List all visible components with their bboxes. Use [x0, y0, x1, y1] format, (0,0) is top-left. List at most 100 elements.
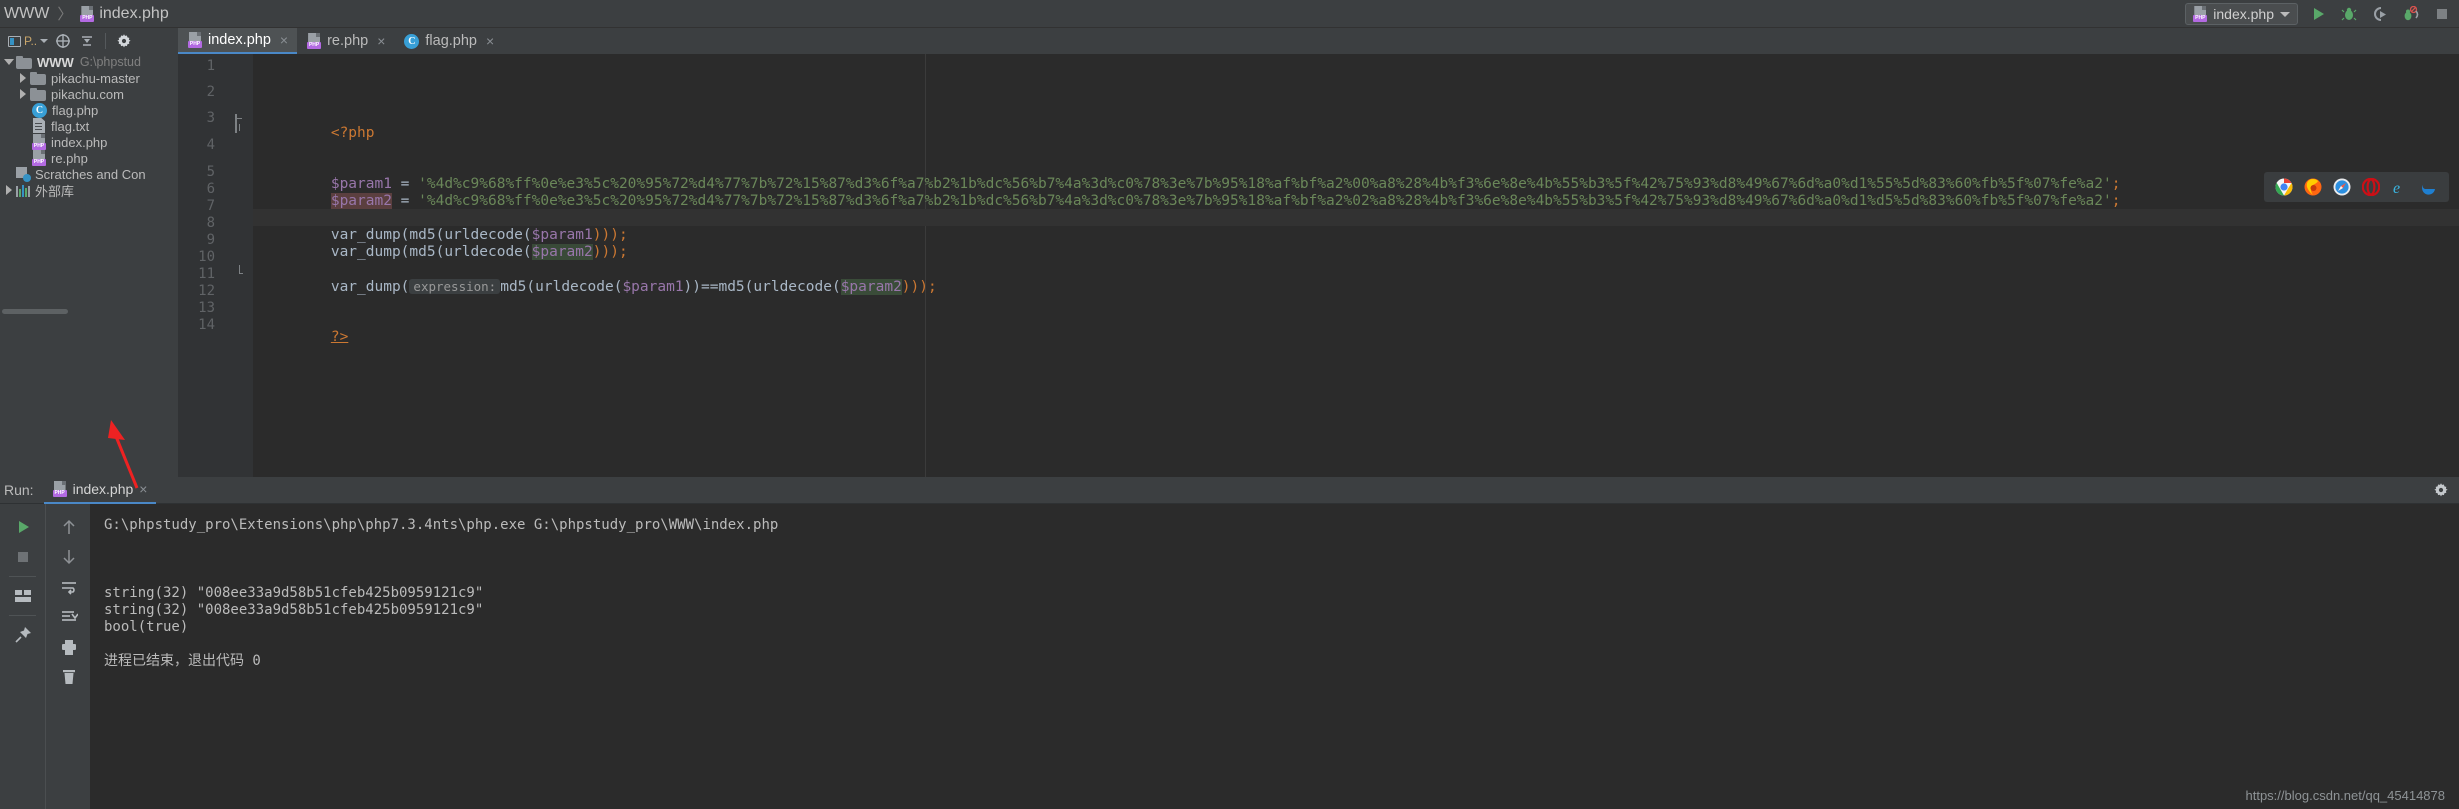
tree-node-index-php[interactable]: PHP index.php	[0, 134, 178, 150]
folder-icon	[16, 55, 32, 69]
soft-wrap-button[interactable]	[46, 572, 91, 602]
run-tab-index-php[interactable]: PHP index.php ×	[43, 477, 157, 504]
code-fold-marker-open[interactable]	[235, 114, 246, 133]
close-icon[interactable]: ×	[377, 33, 385, 49]
console-line: bool(true)	[104, 619, 189, 635]
tab-re-php[interactable]: PHP re.php ×	[297, 28, 394, 54]
project-view-icon	[8, 35, 21, 47]
tree-node-scratches[interactable]: Scratches and Con	[0, 166, 178, 182]
previous-occurrence-button[interactable]	[46, 512, 91, 542]
close-icon[interactable]: ×	[486, 33, 494, 49]
code-line-11: var_dump(expression: md5(urldecode($param…	[261, 261, 937, 313]
close-icon[interactable]: ×	[139, 481, 147, 497]
breadcrumb-separator-icon: 〉	[57, 6, 73, 23]
php-file-icon: PHP	[32, 150, 46, 166]
debug-button[interactable]	[2338, 3, 2360, 25]
external-libraries-icon	[16, 184, 30, 197]
run-with-coverage-button[interactable]	[2369, 3, 2391, 25]
variable-param2-ref: $param2	[531, 244, 593, 260]
tree-node-external-libraries[interactable]: 外部库	[0, 182, 178, 199]
tree-node-label: flag.php	[52, 102, 99, 118]
chevron-down-icon	[2280, 11, 2290, 17]
folder-icon	[30, 71, 46, 85]
clear-all-button[interactable]	[46, 662, 91, 692]
watermark-url: https://blog.csdn.net/qq_45414878	[2245, 788, 2446, 803]
variable-param2-ref: $param2	[840, 279, 902, 295]
class-file-icon: C	[404, 33, 420, 49]
tree-horizontal-scrollbar[interactable]	[0, 307, 178, 315]
run-tool-window-header: Run: PHP index.php ×	[0, 477, 2459, 504]
pin-button[interactable]	[0, 620, 45, 650]
code-text-area[interactable]: <?php $param1 = '%4d%c9%68%ff%0e%e3%5c%2…	[253, 54, 2459, 477]
line-number: 4	[206, 137, 215, 153]
layout-button[interactable]	[0, 581, 45, 611]
var-dump-call: var_dump(md5(urldecode(	[330, 244, 532, 260]
run-settings-button[interactable]	[2433, 482, 2449, 503]
stop-button[interactable]	[2431, 3, 2453, 25]
tree-node-flag-txt[interactable]: flag.txt	[0, 118, 178, 134]
breadcrumb-root[interactable]: WWW	[4, 5, 49, 23]
twisty-right-icon[interactable]	[2, 185, 16, 195]
print-button[interactable]	[46, 632, 91, 662]
tab-label: re.php	[327, 33, 369, 49]
code-editor[interactable]: 1 2 3 4 5 6 7 8 9 10 11 12 13 14 <?php $…	[178, 54, 2459, 477]
folder-icon	[30, 87, 46, 101]
var-dump-call: var_dump(	[330, 279, 410, 295]
console-output[interactable]: G:\phpstudy_pro\Extensions\php\php7.3.4n…	[90, 504, 2459, 809]
toolbar-divider	[9, 615, 36, 616]
inlay-parameter-hint[interactable]: expression:	[409, 279, 501, 294]
safari-icon[interactable]	[2333, 178, 2351, 196]
tab-flag-php[interactable]: C flag.php ×	[394, 28, 503, 54]
toolbar-row: P.. PHP index.php × PHP re.php × C flag.…	[0, 28, 2459, 54]
tree-node-pikachu-com[interactable]: pikachu.com	[0, 86, 178, 102]
run-configuration-selector[interactable]: PHP index.php	[2185, 3, 2298, 25]
profile-button[interactable]	[2400, 3, 2422, 25]
toolbar-divider	[9, 576, 36, 577]
chrome-icon[interactable]	[2275, 178, 2293, 196]
string-param2-value: '%4d%c9%68%ff%0e%e3%5c%20%95%72%d4%77%7b…	[418, 193, 2112, 209]
tree-node-re-php[interactable]: PHP re.php	[0, 150, 178, 166]
next-occurrence-button[interactable]	[46, 542, 91, 572]
twisty-right-icon[interactable]	[16, 73, 30, 83]
call-close: )));	[592, 244, 628, 260]
run-tab-label: index.php	[72, 481, 134, 497]
firefox-icon[interactable]	[2304, 178, 2322, 196]
select-opened-file-button[interactable]	[52, 30, 74, 52]
run-configuration-name: index.php	[2213, 6, 2274, 22]
scroll-to-end-button[interactable]	[46, 602, 91, 632]
settings-button[interactable]	[113, 30, 135, 52]
php-file-icon: PHP	[80, 5, 95, 22]
internet-explorer-icon[interactable]: e	[2391, 178, 2409, 197]
code-fold-marker-close[interactable]	[235, 265, 246, 280]
phpstorm-window: WWW 〉 PHP index.php PHP index.php P.. PH…	[0, 0, 2459, 809]
close-icon[interactable]: ×	[280, 32, 288, 48]
twisty-down-icon[interactable]	[2, 59, 16, 65]
twisty-right-icon[interactable]	[16, 89, 30, 99]
call-close: )));	[901, 279, 937, 295]
stop-button[interactable]	[0, 542, 45, 572]
tree-node-www[interactable]: WWW G:\phpstud	[0, 54, 178, 70]
breadcrumb-file[interactable]: index.php	[99, 5, 168, 23]
tree-node-label: Scratches and Con	[35, 166, 146, 182]
breadcrumb: WWW 〉 PHP index.php	[4, 3, 169, 24]
collapse-all-button[interactable]	[76, 30, 98, 52]
run-button[interactable]	[2307, 3, 2329, 25]
tree-node-pikachu-master[interactable]: pikachu-master	[0, 70, 178, 86]
editor-gutter[interactable]: 1 2 3 4 5 6 7 8 9 10 11 12 13 14	[178, 54, 253, 477]
tree-node-label: flag.txt	[51, 118, 90, 134]
rerun-button[interactable]	[0, 512, 45, 542]
opera-icon[interactable]	[2361, 177, 2381, 197]
line-number: 14	[198, 317, 215, 333]
browser-launch-bar[interactable]: e	[2264, 172, 2449, 202]
tree-node-flag-php[interactable]: C flag.php	[0, 102, 178, 118]
php-file-icon: PHP	[32, 134, 46, 150]
project-tree[interactable]: WWW G:\phpstud pikachu-master pikachu.co…	[0, 54, 178, 306]
intention-bulb-icon[interactable]	[267, 246, 278, 260]
console-line: string(32) "008ee33a9d58b51cfeb425b09591…	[104, 585, 484, 601]
project-view-button[interactable]: P..	[6, 30, 50, 52]
navigation-bar: WWW 〉 PHP index.php PHP index.php	[0, 0, 2459, 28]
tab-index-php[interactable]: PHP index.php ×	[178, 28, 298, 54]
tab-label: index.php	[208, 32, 271, 48]
edge-icon[interactable]	[2420, 178, 2438, 196]
